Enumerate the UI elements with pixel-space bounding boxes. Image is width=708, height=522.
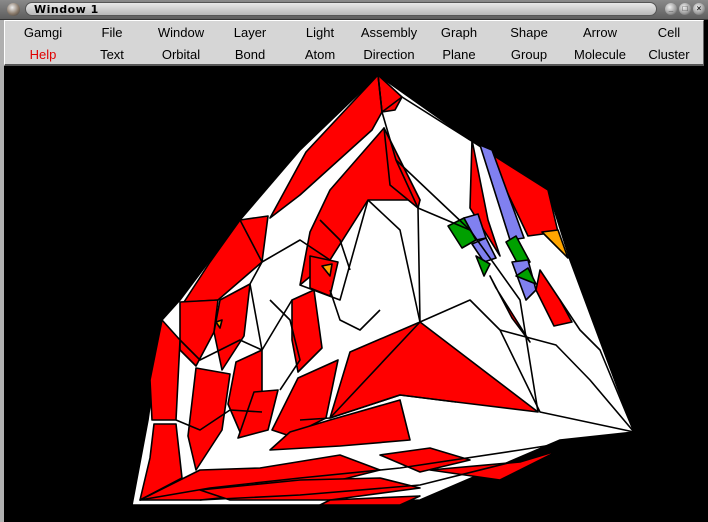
minimize-icon[interactable]: _: [665, 3, 677, 15]
menu-bond[interactable]: Bond: [215, 44, 285, 66]
menu-bar: Gamgi File Window Layer Light Assembly G…: [4, 20, 704, 66]
menu-shape[interactable]: Shape: [494, 22, 564, 44]
menu-gamgi[interactable]: Gamgi: [8, 22, 78, 44]
menu-molecule[interactable]: Molecule: [565, 44, 635, 66]
menu-group[interactable]: Group: [494, 44, 564, 66]
window-title: Window 1: [34, 3, 99, 16]
menu-cluster[interactable]: Cluster: [634, 44, 704, 66]
menu-cell[interactable]: Cell: [634, 22, 704, 44]
menu-graph[interactable]: Graph: [424, 22, 494, 44]
face-cell: [149, 319, 181, 421]
close-icon[interactable]: ×: [693, 3, 705, 15]
title-bar[interactable]: Window 1 _ □ ×: [0, 0, 708, 20]
menu-light[interactable]: Light: [285, 22, 355, 44]
menu-window[interactable]: Window: [146, 22, 216, 44]
menu-arrow[interactable]: Arrow: [565, 22, 635, 44]
menu-file[interactable]: File: [77, 22, 147, 44]
menu-direction[interactable]: Direction: [354, 44, 424, 66]
menu-orbital[interactable]: Orbital: [146, 44, 216, 66]
title-pill: Window 1: [25, 2, 657, 16]
menu-plane[interactable]: Plane: [424, 44, 494, 66]
menu-help[interactable]: Help: [8, 44, 78, 66]
maximize-icon[interactable]: □: [679, 3, 691, 15]
menu-text[interactable]: Text: [77, 44, 147, 66]
menu-layer[interactable]: Layer: [215, 22, 285, 44]
menu-row-2: Help Text Orbital Bond Atom Direction Pl…: [5, 44, 705, 66]
menu-atom[interactable]: Atom: [285, 44, 355, 66]
menu-assembly[interactable]: Assembly: [354, 22, 424, 44]
voronoi-cube-render: [131, 74, 635, 506]
gl-viewport[interactable]: [4, 66, 708, 522]
window-menu-icon[interactable]: [7, 3, 20, 16]
menu-row-1: Gamgi File Window Layer Light Assembly G…: [5, 22, 705, 44]
